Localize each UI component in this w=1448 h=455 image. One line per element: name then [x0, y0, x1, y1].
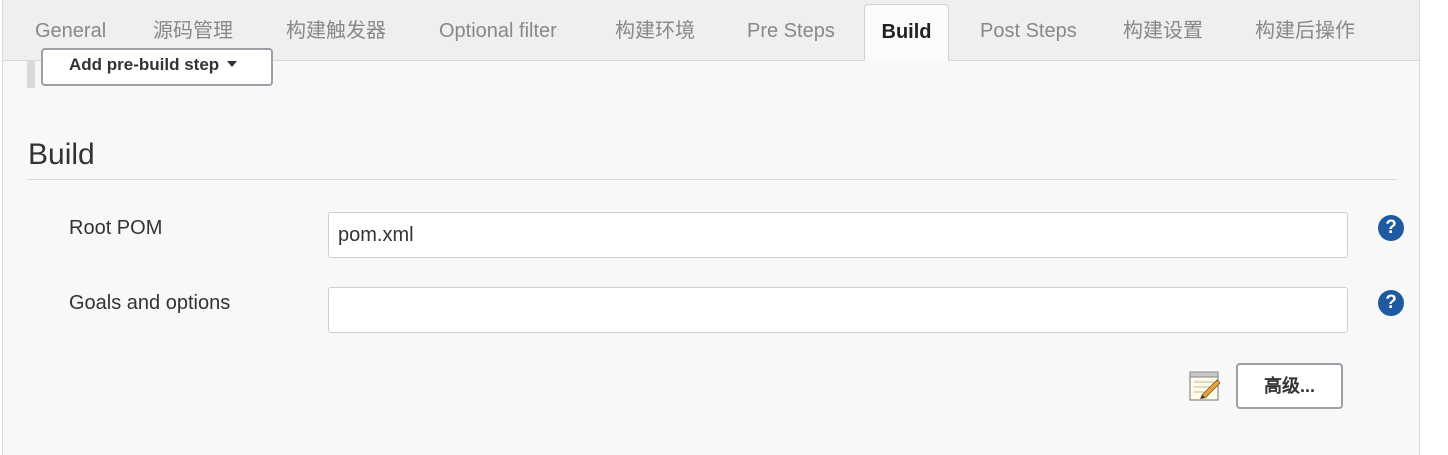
caret-down-icon [227, 60, 238, 67]
notepad-icon[interactable] [1187, 368, 1223, 404]
root-pom-input[interactable] [328, 212, 1348, 258]
pre-steps-indent-bar [27, 60, 35, 88]
goals-input[interactable] [328, 287, 1348, 333]
tab-build-triggers[interactable]: 构建触发器 [286, 4, 386, 59]
tab-build[interactable]: Build [864, 4, 949, 61]
section-title: Build [28, 138, 95, 171]
goals-label: Goals and options [69, 292, 231, 314]
tab-post-build-actions[interactable]: 构建后操作 [1255, 4, 1355, 59]
root-pom-label: Root POM [69, 217, 163, 239]
section-divider [27, 179, 1397, 180]
config-panel: General 源码管理 构建触发器 Optional filter 构建环境 … [2, 0, 1420, 455]
goals-help-icon[interactable]: ? [1378, 290, 1404, 316]
tab-build-environment[interactable]: 构建环境 [615, 4, 695, 59]
tab-optional-filter[interactable]: Optional filter [439, 4, 557, 59]
tab-pre-steps[interactable]: Pre Steps [747, 4, 835, 59]
tab-build-settings[interactable]: 构建设置 [1123, 4, 1203, 59]
add-pre-build-step-button[interactable]: Add pre-build step [41, 48, 273, 86]
root-pom-help-icon[interactable]: ? [1378, 215, 1404, 241]
advanced-button[interactable]: 高级... [1236, 363, 1343, 409]
add-pre-build-step-label: Add pre-build step [69, 55, 220, 74]
tab-post-steps[interactable]: Post Steps [980, 4, 1077, 59]
